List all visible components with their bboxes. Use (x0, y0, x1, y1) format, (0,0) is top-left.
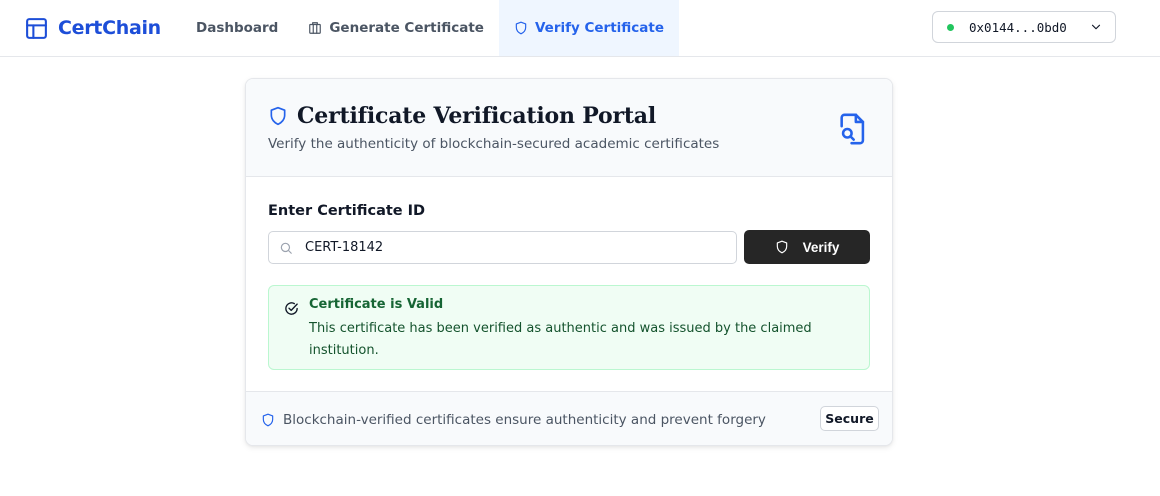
card-title-row: Certificate Verification Portal (268, 103, 656, 129)
secure-badge: Secure (820, 406, 879, 431)
chevron-down-icon (1091, 24, 1101, 30)
card-footer: Blockchain-verified certificates ensure … (246, 391, 892, 445)
shield-icon (262, 413, 274, 427)
certificate-id-field (268, 231, 737, 264)
alert-title: Certificate is Valid (309, 297, 444, 312)
certificate-id-input[interactable] (305, 232, 725, 263)
shield-icon (776, 240, 787, 254)
brand-logo[interactable]: CertChain (24, 14, 161, 42)
verification-result-alert: Certificate is Valid This certificate ha… (268, 285, 870, 370)
wallet-address: 0x0144...0bd0 (969, 19, 1067, 35)
page-title: Certificate Verification Portal (297, 103, 657, 129)
layout-icon (26, 17, 47, 39)
page-subtitle: Verify the authenticity of blockchain-se… (268, 136, 720, 152)
connection-status-dot (947, 23, 954, 31)
search-icon (280, 242, 292, 254)
certificate-id-label: Enter Certificate ID (268, 203, 426, 219)
verify-button[interactable]: Verify (744, 230, 870, 264)
top-navigation-bar: CertChain Dashboard Generate Certificate… (0, 0, 1160, 57)
wallet-dropdown[interactable]: 0x0144...0bd0 (932, 11, 1116, 43)
footer-info: Blockchain-verified certificates ensure … (261, 412, 766, 428)
shield-icon (515, 21, 527, 35)
nav-item-label: Verify Certificate (534, 20, 665, 36)
card-header: Certificate Verification Portal Verify t… (246, 79, 892, 177)
app-name: CertChain (58, 17, 161, 39)
alert-message: This certificate has been verified as au… (309, 321, 812, 358)
nav-item-label: Generate Certificate (329, 20, 484, 36)
verification-card: Certificate Verification Portal Verify t… (245, 78, 893, 446)
main-nav: Dashboard Generate Certificate Verify Ce… (181, 0, 680, 56)
file-search-icon (840, 113, 865, 145)
nav-item-label: Dashboard (196, 20, 279, 36)
building-icon (309, 22, 322, 34)
footer-text: Blockchain-verified certificates ensure … (283, 412, 766, 428)
nav-item-dashboard[interactable]: Dashboard (181, 0, 293, 56)
verify-button-label: Verify (802, 239, 840, 255)
shield-icon (270, 106, 286, 126)
nav-item-generate-certificate[interactable]: Generate Certificate (293, 0, 499, 56)
nav-item-verify-certificate[interactable]: Verify Certificate (498, 0, 680, 56)
check-circle-icon (285, 302, 298, 315)
